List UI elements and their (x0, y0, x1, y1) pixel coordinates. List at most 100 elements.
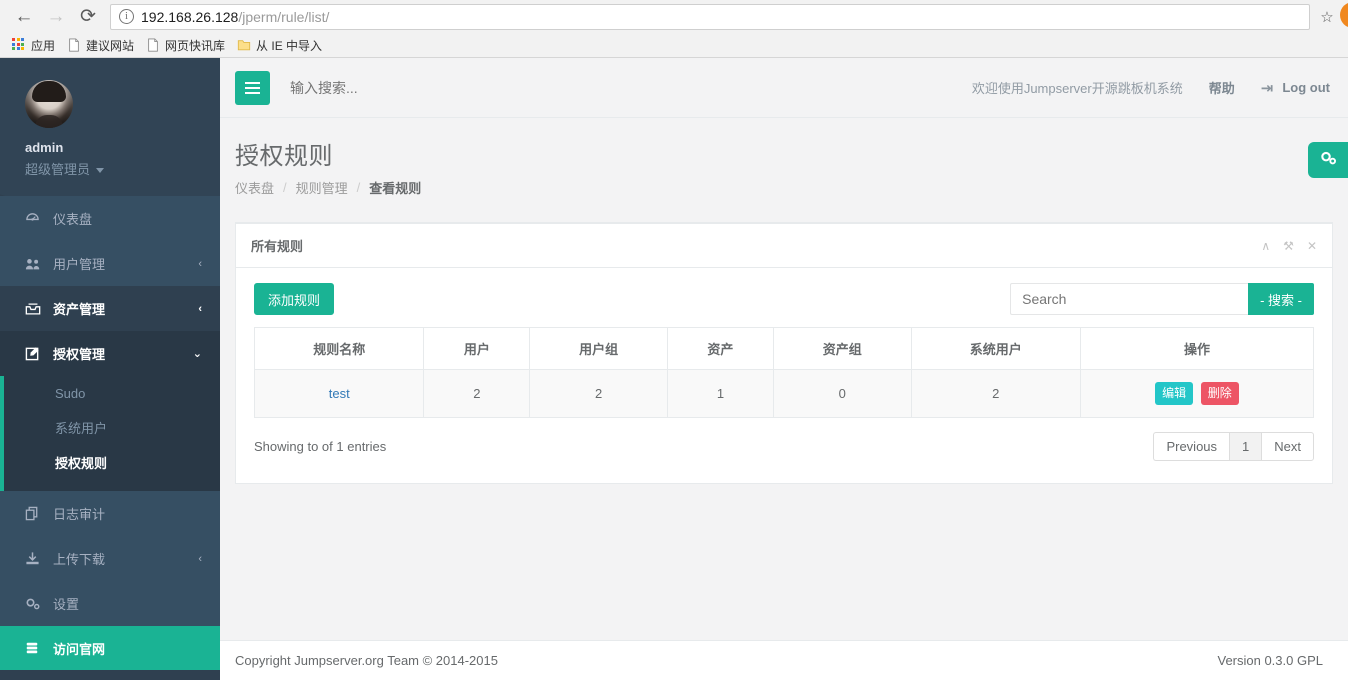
cell-assets: 1 (666, 369, 774, 418)
sidebar-subitem-sudo[interactable]: Sudo (0, 376, 220, 411)
sidebar-item-log-audit[interactable]: 日志审计 (0, 491, 220, 536)
search-input[interactable] (290, 79, 946, 96)
edit-button[interactable]: 编辑 (1155, 382, 1194, 405)
column-user-groups[interactable]: 用户组 (529, 327, 668, 370)
pagination-page-1[interactable]: 1 (1229, 431, 1262, 461)
rules-table-body: test 2 2 1 0 2 编辑 删除 (253, 369, 1315, 418)
sidebar-item-label: 授权管理 (53, 347, 106, 362)
sidebar-item-user-management[interactable]: 用户管理 ‹ (0, 241, 220, 286)
sidebar-profile[interactable]: admin 超级管理员 (0, 58, 220, 196)
sidebar-subitem-system-user[interactable]: 系统用户 (0, 411, 220, 446)
bookmarks-bar: 应用 建议网站 网页快讯库 从 IE 中导入 (0, 33, 1348, 58)
user-avatar[interactable] (25, 80, 73, 128)
column-asset-groups[interactable]: 资产组 (772, 327, 912, 370)
logout-icon: ⇥ (1260, 79, 1274, 97)
address-bar-url: 192.168.26.128/jperm/rule/list/ (141, 9, 329, 25)
sidebar-item-label: 仪表盘 (53, 212, 93, 227)
settings-side-tab[interactable] (1308, 142, 1348, 178)
delete-button[interactable]: 删除 (1200, 382, 1239, 405)
address-bar[interactable]: i 192.168.26.128/jperm/rule/list/ (110, 3, 1310, 30)
showing-entries-label: Showing to of 1 entries (254, 438, 387, 454)
breadcrumb: 仪表盘 / 规则管理 / 查看规则 (235, 178, 1323, 197)
hamburger-icon[interactable] (235, 70, 270, 105)
wrench-icon[interactable]: ⚒ (1283, 239, 1294, 253)
breadcrumb-item-view-rule: 查看规则 (369, 181, 422, 196)
browser-toolbar: ← → ⟳ i 192.168.26.128/jperm/rule/list/ … (0, 0, 1348, 33)
sidebar-user-role[interactable]: 超级管理员 (25, 159, 220, 178)
column-actions: 操作 (1079, 327, 1315, 370)
breadcrumb-item-dashboard[interactable]: 仪表盘 (235, 178, 274, 197)
sidebar-item-label: 用户管理 (53, 257, 106, 272)
column-assets[interactable]: 资产 (666, 327, 774, 370)
sidebar-item-authorization-management[interactable]: 授权管理 ⌄ (0, 331, 220, 376)
chevron-left-icon: ‹ (198, 552, 202, 565)
rule-name-link[interactable]: test (329, 386, 350, 401)
page-footer: Copyright Jumpserver.org Team © 2014-201… (220, 640, 1348, 680)
bookmark-import-from-ie[interactable]: 从 IE 中导入 (233, 37, 330, 54)
panel-header: 所有规则 ∧ ⚒ ✕ (236, 224, 1332, 268)
reload-icon[interactable]: ⟳ (72, 2, 104, 32)
pagination: Previous 1 Next (1153, 431, 1314, 461)
logout-label: Log out (1282, 80, 1330, 95)
chevron-down-icon: ⌄ (192, 348, 202, 360)
sidebar-subitem-authorization-rule[interactable]: 授权规则 (0, 446, 220, 481)
close-icon[interactable]: ✕ (1307, 239, 1317, 253)
pagination-next[interactable]: Next (1261, 431, 1314, 461)
chevron-left-icon: ‹ (198, 257, 202, 270)
site-info-icon[interactable]: i (119, 9, 134, 24)
panel-body: 添加规则 - 搜索 - 规则名称 用户 用户组 资产 (236, 268, 1332, 483)
bookmark-web-news[interactable]: 网页快讯库 (142, 37, 233, 54)
cell-user-groups: 2 (529, 369, 668, 418)
table-footer: Showing to of 1 entries Previous 1 Next (254, 431, 1314, 461)
rules-table: 规则名称 用户 用户组 资产 资产组 系统用户 操作 test 2 2 1 0 … (253, 327, 1315, 418)
footer-copyright: Copyright Jumpserver.org Team © 2014-201… (235, 653, 498, 668)
logout-button[interactable]: ⇥ Log out (1261, 79, 1330, 97)
table-search-input[interactable] (1010, 283, 1249, 315)
breadcrumb-separator: / (356, 180, 361, 195)
breadcrumb-separator: / (283, 180, 287, 195)
sidebar-item-upload-download[interactable]: 上传下载 ‹ (0, 536, 220, 581)
copy-icon (25, 506, 45, 521)
address-bar-host: 192.168.26.128 (141, 8, 239, 25)
main-content: 所有规则 ∧ ⚒ ✕ 添加规则 - 搜索 - (220, 207, 1348, 640)
star-icon[interactable]: ☆ (1314, 4, 1340, 30)
cell-rule-name: test (253, 369, 425, 418)
table-header-row: 规则名称 用户 用户组 资产 资产组 系统用户 操作 (253, 327, 1315, 370)
sidebar-item-official-website[interactable]: 访问官网 (0, 626, 220, 670)
sidebar-item-settings[interactable]: 设置 (0, 581, 220, 626)
column-rule-name[interactable]: 规则名称 (253, 327, 425, 370)
bookmark-suggested-sites[interactable]: 建议网站 (63, 37, 142, 54)
sidebar-submenu-authorization: Sudo 系统用户 授权规则 (0, 376, 220, 491)
rules-table-head: 规则名称 用户 用户组 资产 资产组 系统用户 操作 (253, 327, 1315, 370)
add-rule-button[interactable]: 添加规则 (254, 283, 335, 315)
sidebar-item-dashboard[interactable]: 仪表盘 (0, 196, 220, 241)
pagination-previous[interactable]: Previous (1153, 431, 1230, 461)
column-users[interactable]: 用户 (423, 327, 531, 370)
back-arrow-icon[interactable]: ← (8, 2, 40, 32)
sidebar-item-label: 上传下载 (53, 552, 106, 567)
cell-system-users: 2 (910, 369, 1081, 418)
table-row: test 2 2 1 0 2 编辑 删除 (253, 369, 1315, 418)
top-navbar: 欢迎使用Jumpserver开源跳板机系统 帮助 ⇥ Log out (220, 58, 1348, 118)
profile-avatar-icon[interactable] (1340, 2, 1348, 28)
chevron-up-icon[interactable]: ∧ (1261, 239, 1270, 253)
sidebar-item-label: 资产管理 (53, 302, 106, 317)
download-icon (25, 551, 45, 566)
column-system-users[interactable]: 系统用户 (910, 327, 1081, 370)
content-area: 欢迎使用Jumpserver开源跳板机系统 帮助 ⇥ Log out 授权规则 … (220, 58, 1348, 680)
table-search: - 搜索 - (1010, 283, 1314, 315)
page-title: 授权规则 (235, 143, 333, 170)
breadcrumb-item-rule-management[interactable]: 规则管理 (296, 178, 348, 197)
sidebar-nav: 仪表盘 用户管理 ‹ 资产管理 ‹ 授权管理 ⌄ Sudo 系统用户 授权规则 … (0, 196, 220, 670)
cell-asset-groups: 0 (772, 369, 912, 418)
page-icon (148, 38, 158, 52)
help-link[interactable]: 帮助 (1209, 78, 1235, 97)
bookmark-apps[interactable]: 应用 (8, 37, 63, 54)
panel-title: 所有规则 (251, 239, 304, 254)
address-bar-path: /jperm/rule/list/ (238, 8, 330, 25)
sidebar-user-role-label: 超级管理员 (25, 162, 91, 177)
table-search-button[interactable]: - 搜索 - (1248, 283, 1314, 315)
folder-icon (237, 40, 251, 51)
sidebar-item-asset-management[interactable]: 资产管理 ‹ (0, 286, 220, 331)
sidebar: admin 超级管理员 仪表盘 用户管理 ‹ 资产管理 ‹ 授权管理 ⌄ Sud… (0, 58, 220, 680)
